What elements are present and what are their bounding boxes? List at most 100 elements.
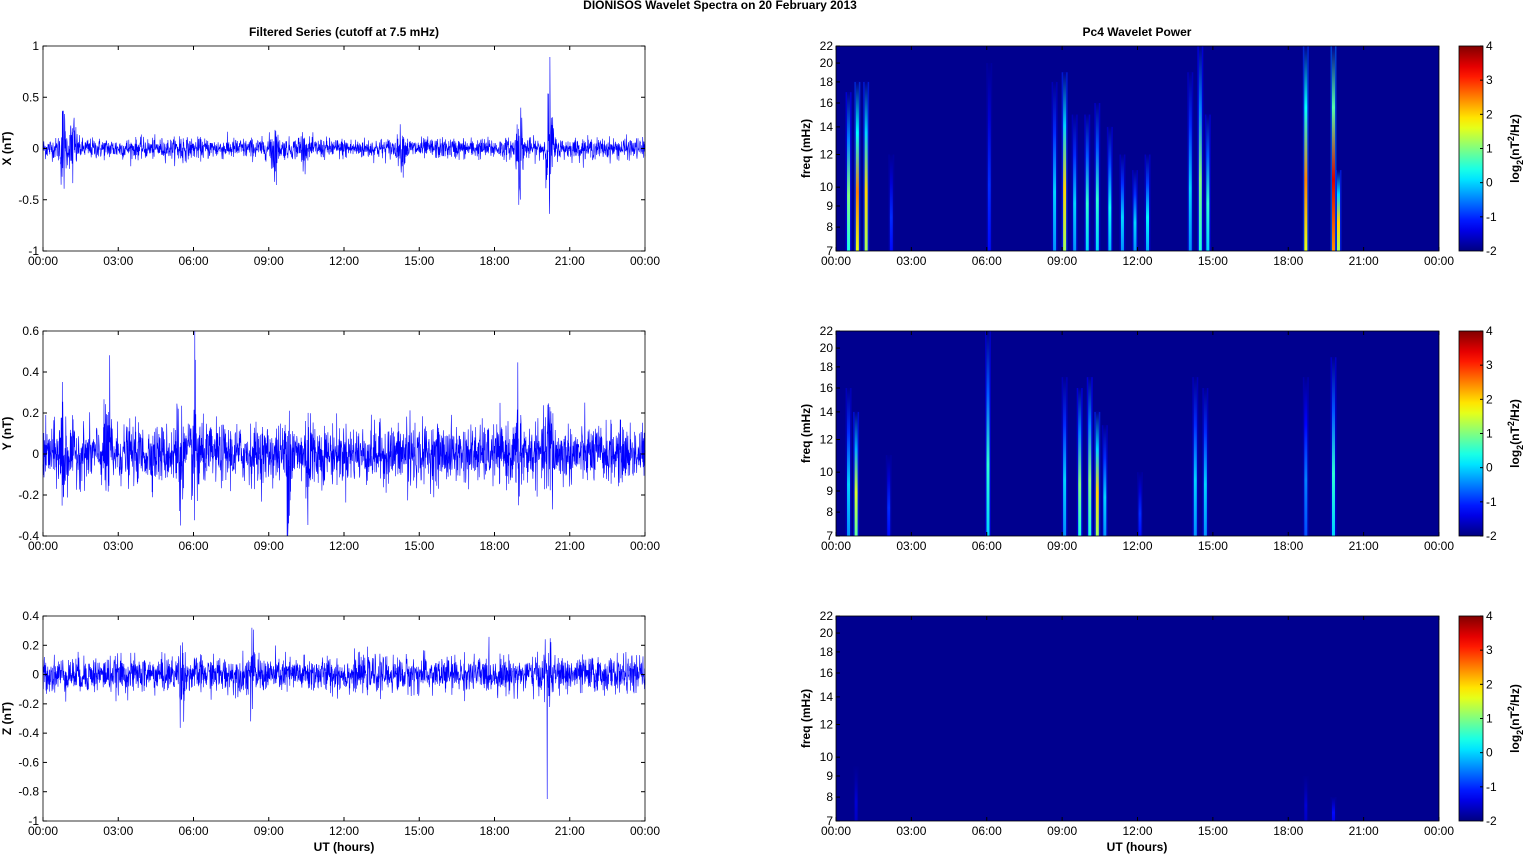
ytick-label: 0.2 bbox=[22, 638, 39, 652]
wavelet-event bbox=[1146, 154, 1150, 251]
wv-xtick-label: 15:00 bbox=[1198, 539, 1228, 553]
wavelet-event bbox=[1063, 72, 1067, 251]
ylabel: Y (nT) bbox=[0, 417, 14, 451]
signal-line-z bbox=[42, 627, 646, 800]
time-series-panel-z: -1-0.8-0.6-0.4-0.200.20.400:00 03:00 06:00… bbox=[0, 609, 660, 838]
ts-xtick-label: 06:00 bbox=[178, 824, 208, 838]
freq-tick-label: 14 bbox=[820, 405, 834, 419]
wv-xtick-label: 00:00 bbox=[821, 824, 851, 838]
wv-xtick-label: 03:00 bbox=[896, 254, 926, 268]
freq-tick-label: 9 bbox=[826, 769, 833, 783]
freq-tick-label: 20 bbox=[820, 56, 834, 70]
freq-tick-label: 9 bbox=[826, 484, 833, 498]
freq-tick-label: 22 bbox=[820, 324, 834, 338]
wv-xtick-label: 03:00 bbox=[896, 539, 926, 553]
ts-xtick-label: 15:00 bbox=[404, 254, 434, 268]
colorbar-label-part: (nT bbox=[1508, 141, 1522, 160]
colorbar-tick-label: 4 bbox=[1486, 39, 1493, 53]
wavelet-event bbox=[855, 81, 859, 251]
freq-tick-label: 12 bbox=[820, 148, 834, 162]
colorbar: -2 -1 0 1 2 3 4 log2(nT2/Hz) bbox=[1458, 39, 1525, 258]
time-series-panel-y: -0.4-0.200.20.40.600:00 03:00 06:00 09:00 12… bbox=[0, 324, 660, 553]
colorbar-label-part: /Hz) bbox=[1508, 399, 1522, 421]
wavelet-event bbox=[1103, 425, 1107, 536]
wavelet-event bbox=[1085, 114, 1089, 251]
wv-xtick-label: 00:00 bbox=[821, 539, 851, 553]
time-series-panel-x: -1-0.500.5100:00 03:00 06:00 09:00 12:00 15:0… bbox=[0, 39, 660, 268]
wv-xtick-label: 12:00 bbox=[1122, 539, 1152, 553]
ts-xtick-label: 21:00 bbox=[555, 254, 585, 268]
colorbar-gradient bbox=[1458, 330, 1484, 537]
freq-tick-label: 16 bbox=[820, 666, 834, 680]
ytick-label: 0.6 bbox=[22, 324, 39, 338]
colorbar-tick-label: 0 bbox=[1486, 461, 1493, 475]
ts-xtick-label: 00:00 bbox=[630, 539, 660, 553]
wv-xtick-label: 00:00 bbox=[821, 254, 851, 268]
wavelet-event bbox=[1063, 377, 1067, 536]
colorbar-label-part: (nT bbox=[1508, 711, 1522, 730]
wv-xtick-label: 18:00 bbox=[1273, 254, 1303, 268]
wavelet-event bbox=[1133, 170, 1137, 251]
ts-xtick-label: 06:00 bbox=[178, 254, 208, 268]
colorbar: -2 -1 0 1 2 3 4 log2(nT2/Hz) bbox=[1458, 609, 1525, 828]
colorbar-tick-label: -2 bbox=[1486, 529, 1497, 543]
colorbar-label-part: log bbox=[1508, 735, 1522, 753]
colorbar-tick-label: 0 bbox=[1486, 746, 1493, 760]
wavelet-event bbox=[1108, 126, 1112, 251]
freq-tick-label: 20 bbox=[820, 626, 834, 640]
left-xlabel: UT (hours) bbox=[314, 840, 375, 854]
ytick-label: 0.2 bbox=[22, 406, 39, 420]
wavelet-event bbox=[987, 63, 991, 251]
right-column-title: Pc4 Wavelet Power bbox=[1083, 25, 1192, 39]
ts-xtick-label: 03:00 bbox=[103, 539, 133, 553]
freq-tick-label: 22 bbox=[820, 609, 834, 623]
wv-xtick-label: 06:00 bbox=[972, 539, 1002, 553]
ts-xtick-label: 09:00 bbox=[254, 254, 284, 268]
colorbar-label: log2(nT2/Hz) bbox=[1506, 684, 1525, 753]
wavelet-figure: DIONISOS Wavelet Spectra on 20 February … bbox=[0, 0, 1525, 854]
freq-tick-label: 12 bbox=[820, 718, 834, 732]
wavelet-event bbox=[1304, 377, 1308, 536]
ytick-label: -0.5 bbox=[18, 193, 39, 207]
ts-xtick-label: 18:00 bbox=[479, 254, 509, 268]
colorbar-tick-label: 0 bbox=[1486, 176, 1493, 190]
colorbar-label-part: log bbox=[1508, 165, 1522, 183]
wavelet-event bbox=[1088, 377, 1092, 536]
wavelet-panel-x: 7891012141618202200:00 03:00 06:00 09:00 12:… bbox=[799, 39, 1454, 268]
wavelet-event bbox=[1304, 46, 1308, 251]
wavelet-event bbox=[1053, 81, 1057, 251]
freq-tick-label: 10 bbox=[820, 180, 834, 194]
wv-xtick-label: 18:00 bbox=[1273, 824, 1303, 838]
wavelet-event bbox=[887, 455, 891, 536]
wavelet-event bbox=[1203, 388, 1207, 536]
ytick-label: -0.2 bbox=[18, 488, 39, 502]
figure-title: DIONISOS Wavelet Spectra on 20 February … bbox=[583, 0, 857, 12]
ts-xtick-label: 09:00 bbox=[254, 539, 284, 553]
ts-xtick-label: 00:00 bbox=[630, 824, 660, 838]
colorbar-tick-label: 1 bbox=[1486, 427, 1493, 441]
wv-xtick-label: 03:00 bbox=[896, 824, 926, 838]
colorbar-label: log2(nT2/Hz) bbox=[1506, 399, 1525, 468]
wv-xtick-label: 00:00 bbox=[1424, 254, 1454, 268]
ytick-label: -0.8 bbox=[18, 785, 39, 799]
axes-box bbox=[42, 615, 646, 822]
wavelet-event bbox=[854, 766, 858, 821]
wavelet-event bbox=[1337, 170, 1340, 251]
freq-tick-label: 18 bbox=[820, 360, 834, 374]
wavelet-event bbox=[1138, 472, 1142, 536]
freq-tick-label: 14 bbox=[820, 120, 834, 134]
wv-xtick-label: 21:00 bbox=[1349, 539, 1379, 553]
ytick-label: -0.6 bbox=[18, 755, 39, 769]
ts-xtick-label: 21:00 bbox=[555, 539, 585, 553]
colorbar-label-part: /Hz) bbox=[1508, 114, 1522, 136]
ts-xtick-label: 00:00 bbox=[28, 539, 58, 553]
freq-tick-label: 14 bbox=[820, 690, 834, 704]
colorbar-tick-label: 4 bbox=[1486, 609, 1493, 623]
wv-xtick-label: 12:00 bbox=[1122, 824, 1152, 838]
ts-xtick-label: 00:00 bbox=[28, 824, 58, 838]
colorbar-tick-label: 1 bbox=[1486, 142, 1493, 156]
wv-xtick-label: 09:00 bbox=[1047, 254, 1077, 268]
wv-xtick-label: 21:00 bbox=[1349, 824, 1379, 838]
ts-xtick-label: 09:00 bbox=[254, 824, 284, 838]
wavelet-event bbox=[1188, 72, 1192, 251]
